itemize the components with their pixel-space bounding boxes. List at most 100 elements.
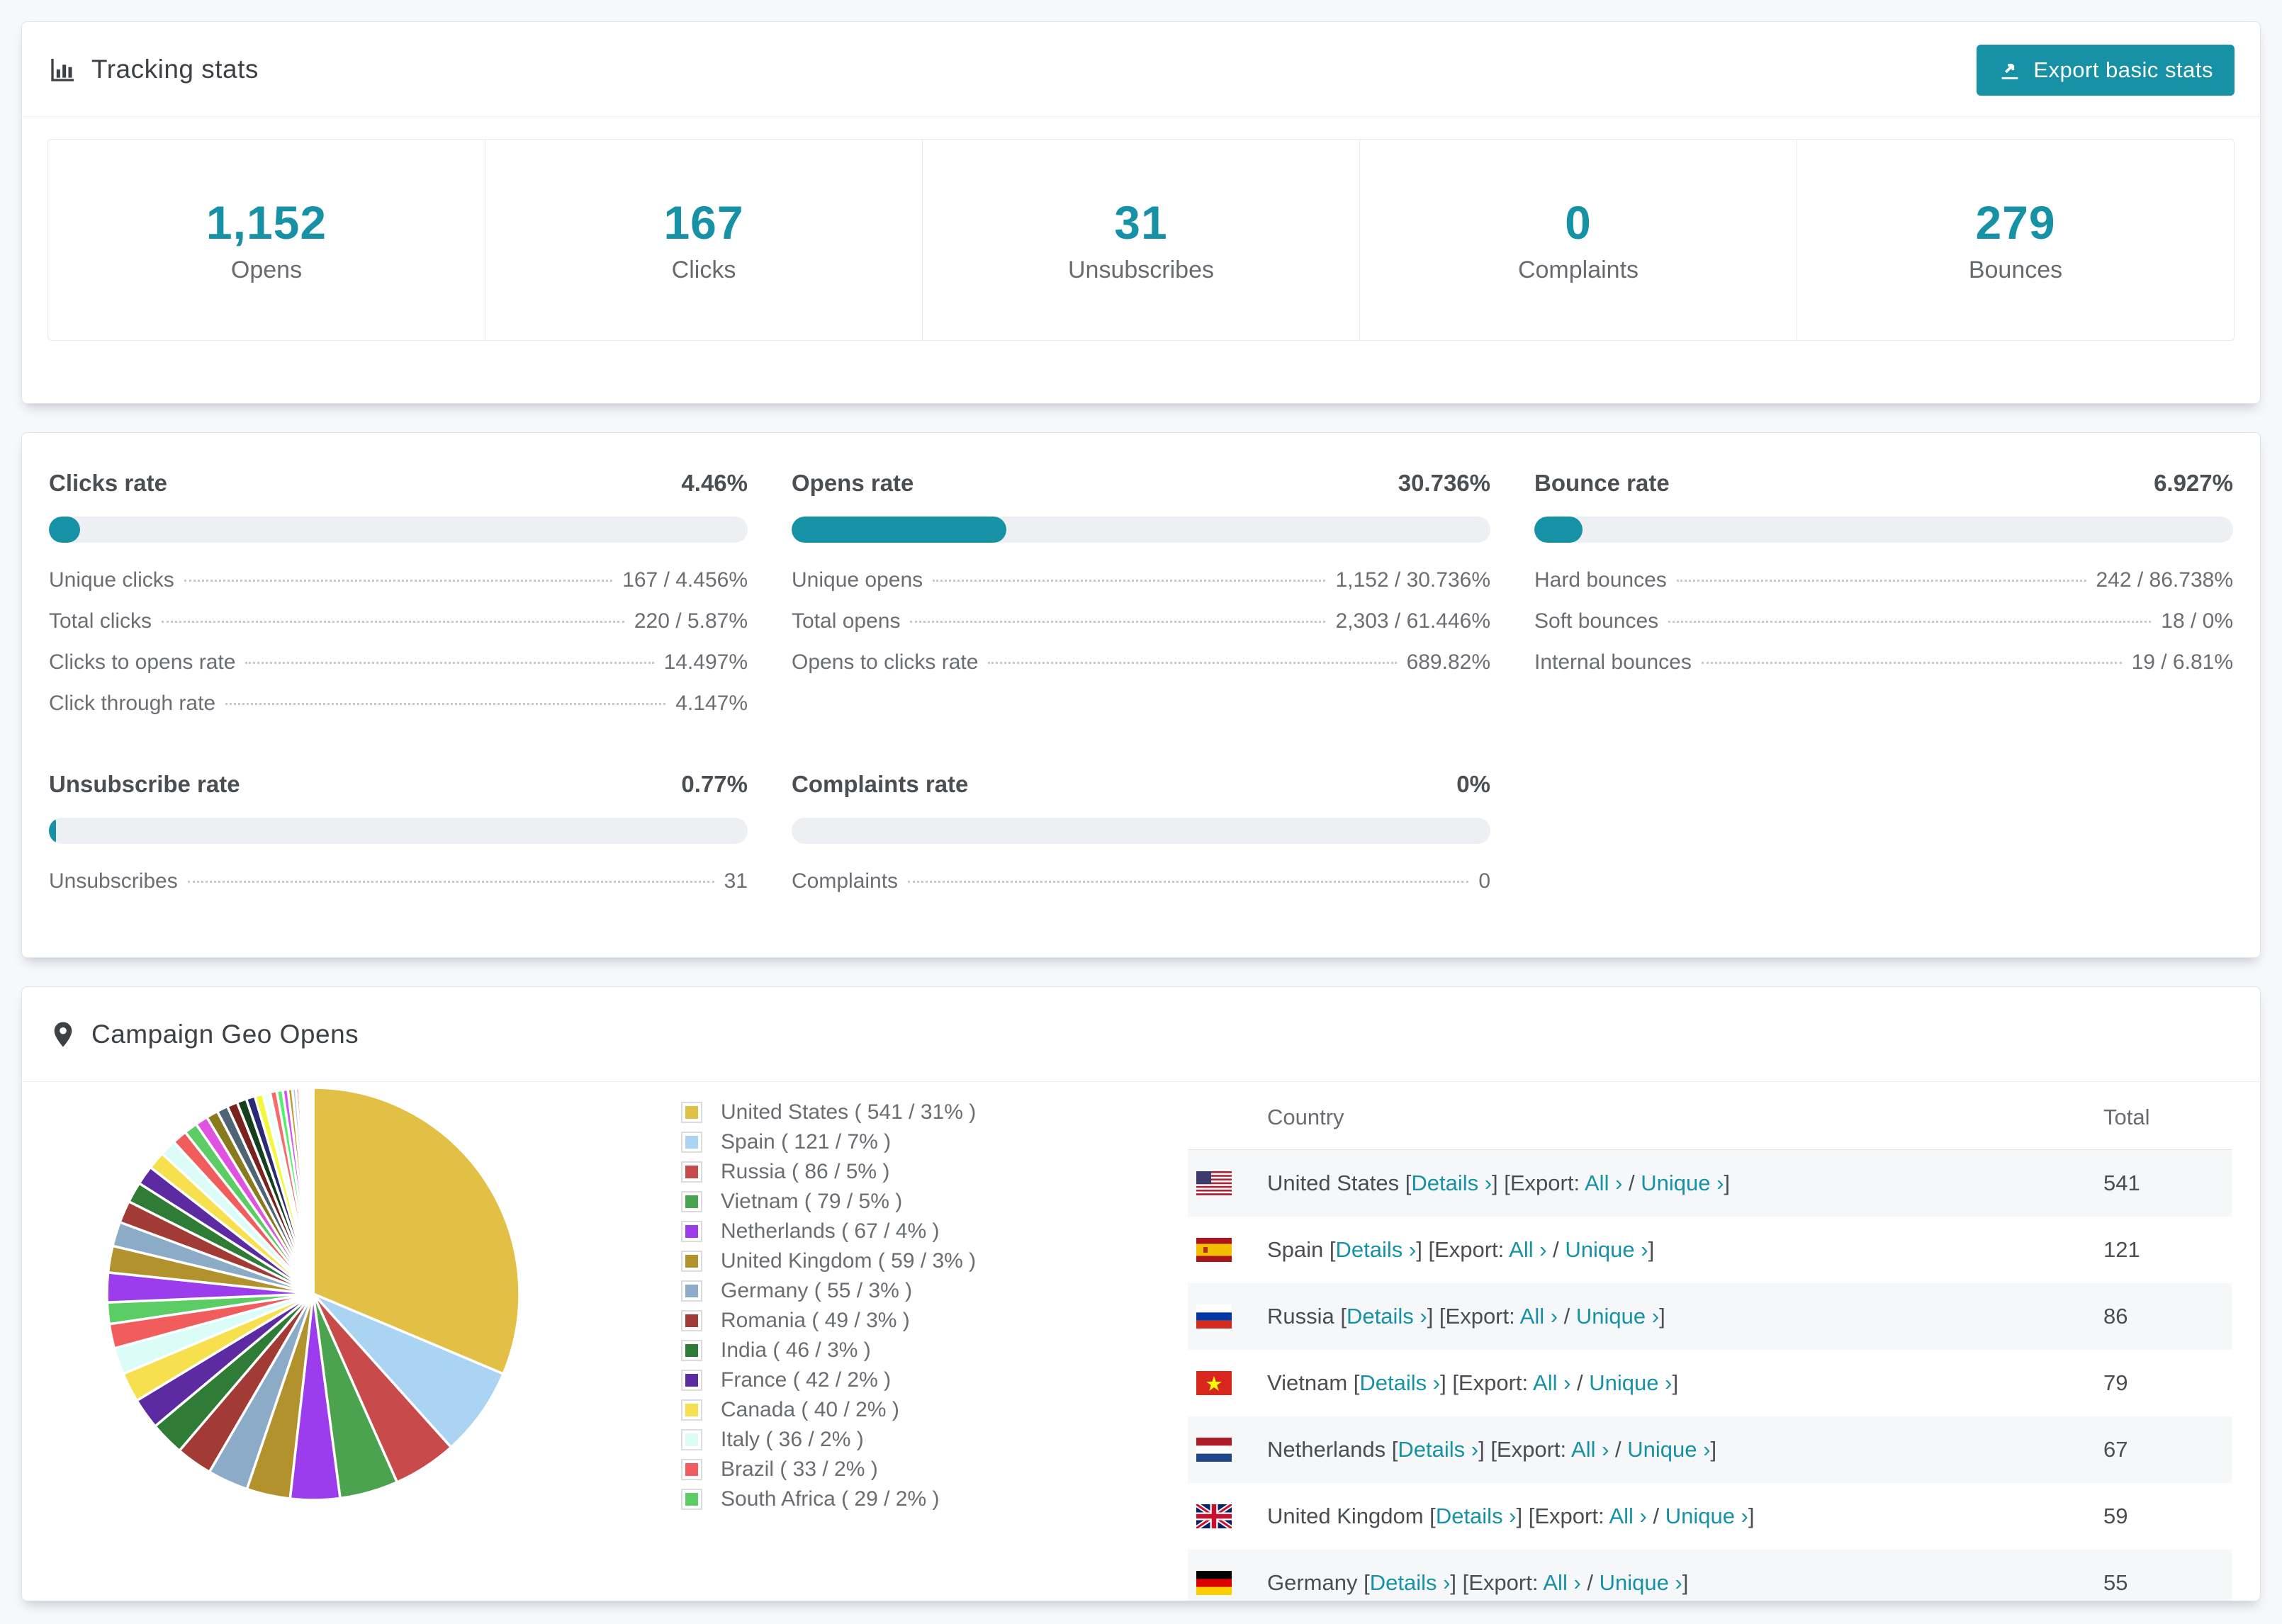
legend-swatch-united-states (681, 1102, 702, 1123)
legend-item-brazil[interactable]: Brazil ( 33 / 2% ) (681, 1455, 1135, 1484)
total-cell-spain: 121 (2103, 1237, 2140, 1262)
export-all-link-united-states[interactable]: All › (1585, 1171, 1622, 1195)
legend-item-spain[interactable]: Spain ( 121 / 7% ) (681, 1127, 1135, 1157)
legend-swatch-canada (681, 1399, 702, 1421)
export-unique-link-vietnam[interactable]: Unique › (1589, 1370, 1672, 1395)
rate-row-value-hard-bounces: 242 / 86.738% (2096, 568, 2234, 592)
export-all-link-germany[interactable]: All › (1543, 1570, 1580, 1595)
rate-row-hard-bounces: Hard bounces 242 / 86.738% (1534, 568, 2233, 609)
export-unique-link-netherlands[interactable]: Unique › (1627, 1437, 1710, 1462)
legend-item-united-kingdom[interactable]: United Kingdom ( 59 / 3% ) (681, 1246, 1135, 1276)
total-cell-netherlands: 67 (2103, 1437, 2128, 1462)
country-cell-united-states: United States [Details ›] [Export: All ›… (1267, 1171, 1731, 1195)
export-all-link-russia[interactable]: All › (1520, 1304, 1558, 1329)
legend-label-romania: Romania ( 49 / 3% ) (721, 1309, 910, 1332)
legend-item-russia[interactable]: Russia ( 86 / 5% ) (681, 1157, 1135, 1187)
export-basic-stats-button[interactable]: Export basic stats (1977, 45, 2235, 96)
table-row-germany: Germany [Details ›] [Export: All › / Uni… (1188, 1550, 2232, 1601)
legend-item-netherlands[interactable]: Netherlands ( 67 / 4% ) (681, 1217, 1135, 1246)
rate-row-complaints: Complaints 0 (792, 869, 1490, 910)
details-link-netherlands[interactable]: Details › (1398, 1437, 1478, 1462)
country-cell-vietnam: Vietnam [Details ›] [Export: All › / Uni… (1267, 1370, 1679, 1395)
geo-table: Country Total United States [Details ›] … (1188, 1085, 2232, 1601)
rate-title-complaints-rate: Complaints rate (792, 771, 969, 797)
legend-label-canada: Canada ( 40 / 2% ) (721, 1398, 899, 1421)
stat-value-opens: 1,152 (206, 196, 327, 249)
export-unique-link-united-kingdom[interactable]: Unique › (1665, 1504, 1748, 1528)
table-row-spain: Spain [Details ›] [Export: All › / Uniqu… (1188, 1217, 2232, 1283)
details-link-russia[interactable]: Details › (1347, 1304, 1427, 1329)
details-link-spain[interactable]: Details › (1336, 1237, 1417, 1262)
rate-row-label-internal-bounces: Internal bounces (1534, 650, 1692, 674)
progress-fill-clicks-rate (49, 517, 80, 543)
export-all-link-vietnam[interactable]: All › (1533, 1370, 1570, 1395)
progress-fill-unsubscribe-rate (49, 818, 56, 844)
legend-item-south-africa[interactable]: South Africa ( 29 / 2% ) (681, 1484, 1135, 1514)
details-link-germany[interactable]: Details › (1370, 1570, 1451, 1595)
rate-row-unique-opens: Unique opens 1,152 / 30.736% (792, 568, 1490, 609)
progress-bar-opens-rate (792, 517, 1490, 543)
stat-box-bounces: 279 Bounces (1797, 140, 2234, 340)
rate-row-value-total-clicks: 220 / 5.87% (634, 609, 748, 633)
export-icon (2002, 64, 2018, 79)
geo-title-text: Campaign Geo Opens (91, 1019, 359, 1049)
rate-row-label-opens-to-clicks-rate: Opens to clicks rate (792, 650, 979, 674)
export-all-link-united-kingdom[interactable]: All › (1609, 1504, 1646, 1528)
stat-label-unsubscribes: Unsubscribes (1068, 256, 1214, 283)
export-all-link-spain[interactable]: All › (1509, 1237, 1546, 1262)
legend-label-spain: Spain ( 121 / 7% ) (721, 1130, 892, 1154)
rate-title-opens-rate: Opens rate (792, 470, 914, 496)
legend-item-france[interactable]: France ( 42 / 2% ) (681, 1365, 1135, 1395)
rates-card: Clicks rate 4.46% Unique clicks 167 / 4.456… (21, 432, 2261, 958)
stat-value-clicks: 167 (663, 196, 744, 249)
rate-row-opens-to-clicks-rate: Opens to clicks rate 689.82% (792, 650, 1490, 692)
rate-row-value-opens-to-clicks-rate: 689.82% (1406, 650, 1490, 674)
flag-es-icon (1196, 1238, 1232, 1262)
legend-item-italy[interactable]: Italy ( 36 / 2% ) (681, 1425, 1135, 1455)
legend-item-romania[interactable]: Romania ( 49 / 3% ) (681, 1306, 1135, 1336)
rate-title-bounce-rate: Bounce rate (1534, 470, 1670, 496)
rate-block-unsubscribe-rate: Unsubscribe rate 0.77% Unsubscribes 31 (49, 771, 748, 910)
details-link-united-states[interactable]: Details › (1411, 1171, 1492, 1195)
legend-item-vietnam[interactable]: Vietnam ( 79 / 5% ) (681, 1187, 1135, 1217)
rate-block-opens-rate: Opens rate 30.736% Unique opens 1,152 / 30.… (792, 470, 1490, 733)
rate-row-unique-clicks: Unique clicks 167 / 4.456% (49, 568, 748, 609)
tracking-stats-title-text: Tracking stats (91, 54, 259, 84)
export-all-link-netherlands[interactable]: All › (1571, 1437, 1609, 1462)
rate-title-unsubscribe-rate: Unsubscribe rate (49, 771, 240, 797)
export-unique-link-united-states[interactable]: Unique › (1641, 1171, 1724, 1195)
rate-row-label-complaints: Complaints (792, 869, 899, 893)
legend-label-italy: Italy ( 36 / 2% ) (721, 1428, 864, 1451)
rate-row-label-hard-bounces: Hard bounces (1534, 568, 1667, 592)
export-unique-link-germany[interactable]: Unique › (1600, 1570, 1682, 1595)
rate-head-clicks-rate: Clicks rate 4.46% (49, 470, 748, 497)
table-row-russia: Russia [Details ›] [Export: All › / Uniq… (1188, 1283, 2232, 1350)
geo-table-body: United States [Details ›] [Export: All ›… (1188, 1150, 2232, 1601)
dotted-leader (184, 580, 613, 582)
stat-value-bounces: 279 (1975, 196, 2056, 249)
rate-head-complaints-rate: Complaints rate 0% (792, 771, 1490, 798)
export-unique-link-spain[interactable]: Unique › (1565, 1237, 1648, 1262)
progress-bar-unsubscribe-rate (49, 818, 748, 844)
legend-label-germany: Germany ( 55 / 3% ) (721, 1279, 913, 1302)
table-row-vietnam: Vietnam [Details ›] [Export: All › / Uni… (1188, 1350, 2232, 1416)
legend-item-canada[interactable]: Canada ( 40 / 2% ) (681, 1395, 1135, 1425)
legend-swatch-russia (681, 1161, 702, 1183)
rate-row-value-complaints: 0 (1478, 869, 1490, 893)
legend-item-india[interactable]: India ( 46 / 3% ) (681, 1336, 1135, 1365)
details-link-united-kingdom[interactable]: Details › (1436, 1504, 1517, 1528)
column-header-total: Total (2103, 1104, 2150, 1129)
legend-item-germany[interactable]: Germany ( 55 / 3% ) (681, 1276, 1135, 1306)
total-cell-vietnam: 79 (2103, 1370, 2128, 1395)
legend-item-united-states[interactable]: United States ( 541 / 31% ) (681, 1098, 1135, 1127)
details-link-vietnam[interactable]: Details › (1359, 1370, 1440, 1395)
legend-label-russia: Russia ( 86 / 5% ) (721, 1160, 890, 1183)
legend-label-brazil: Brazil ( 33 / 2% ) (721, 1457, 878, 1481)
legend-label-vietnam: Vietnam ( 79 / 5% ) (721, 1190, 903, 1213)
dotted-leader (1668, 621, 2152, 623)
rate-row-soft-bounces: Soft bounces 18 / 0% (1534, 609, 2233, 650)
flag-vn-icon (1196, 1371, 1232, 1395)
stat-label-complaints: Complaints (1517, 256, 1639, 283)
rate-value-opens-rate: 30.736% (1398, 470, 1490, 496)
export-unique-link-russia[interactable]: Unique › (1576, 1304, 1659, 1329)
